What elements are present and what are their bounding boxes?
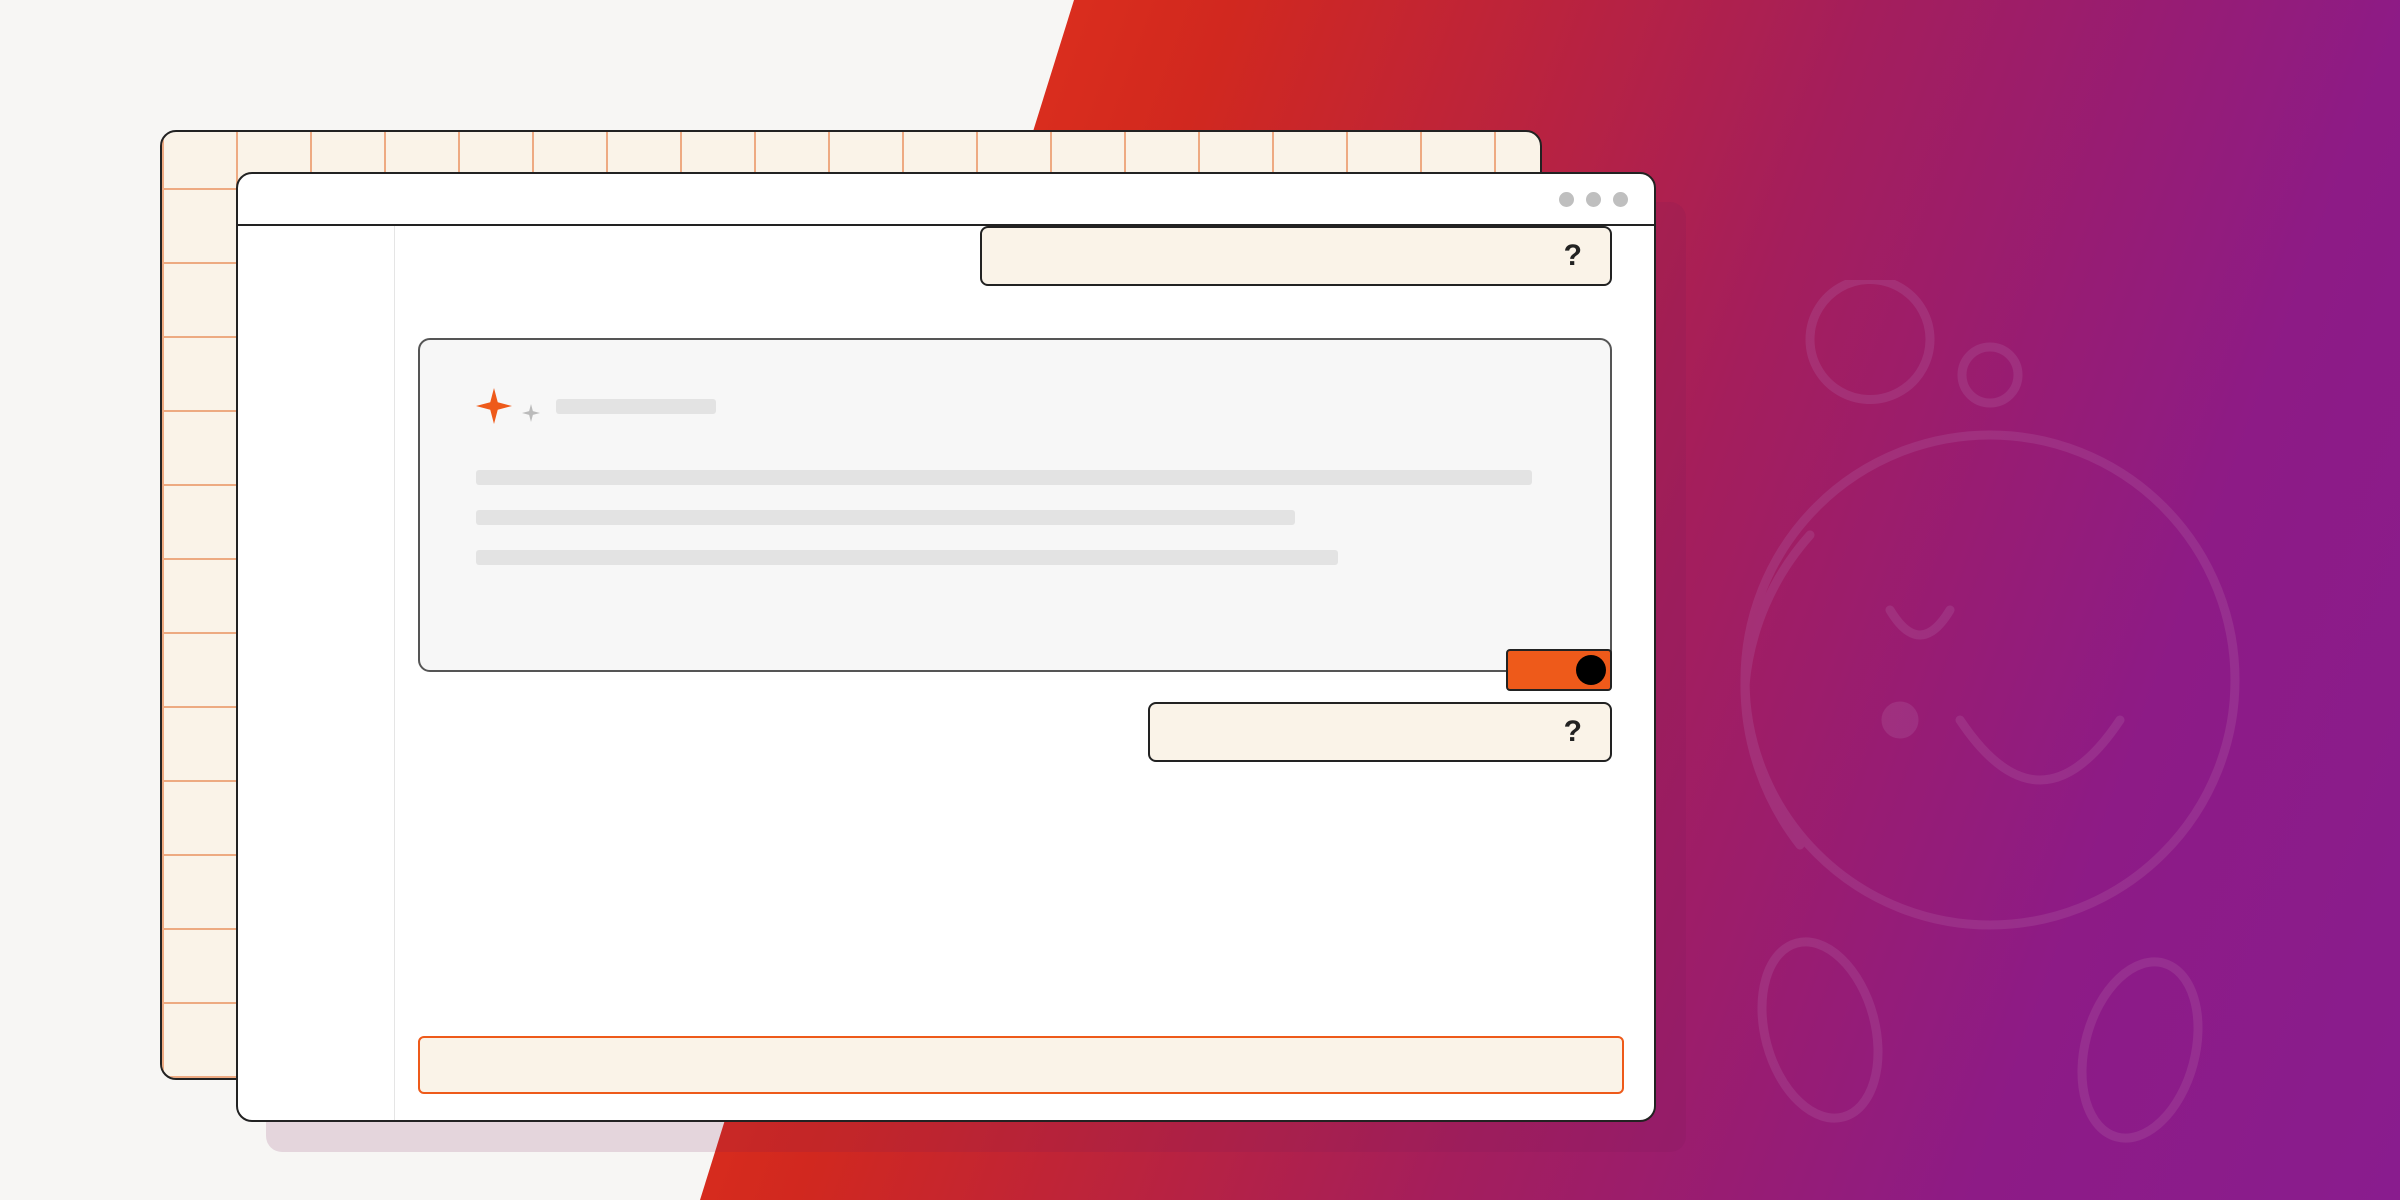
response-line-skeleton — [476, 510, 1295, 525]
question-mark: ? — [1564, 715, 1582, 749]
robot-illustration — [1670, 280, 2310, 1180]
question-mark: ? — [1564, 239, 1582, 273]
toggle-switch[interactable] — [1506, 649, 1612, 691]
user-question-bubble: ? — [980, 226, 1612, 286]
user-question-bubble: ? — [1148, 702, 1612, 762]
window-control-dot[interactable] — [1586, 192, 1601, 207]
response-title-skeleton — [556, 399, 716, 414]
sidebar — [238, 226, 395, 1120]
response-line-skeleton — [476, 550, 1338, 565]
chat-input-bar[interactable] — [418, 1036, 1624, 1094]
sparkle-icon — [476, 388, 512, 424]
window-control-dot[interactable] — [1559, 192, 1574, 207]
browser-window: ? ? — [236, 172, 1656, 1122]
toggle-knob — [1576, 655, 1606, 685]
response-line-skeleton — [476, 470, 1532, 485]
window-titlebar — [238, 174, 1654, 226]
ai-response-card — [418, 338, 1612, 672]
window-control-dot[interactable] — [1613, 192, 1628, 207]
sparkle-small-icon — [522, 404, 540, 422]
ai-response-header — [476, 388, 1554, 424]
